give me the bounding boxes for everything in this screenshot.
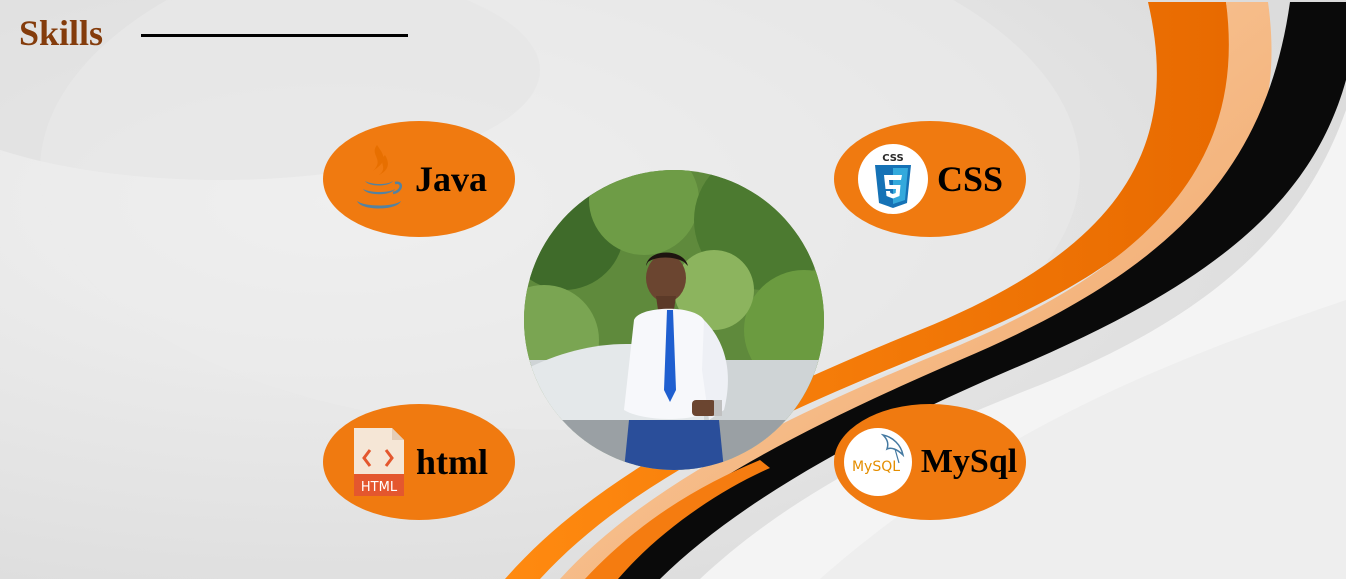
html-file-icon: HTML bbox=[354, 428, 404, 496]
profile-photo bbox=[524, 170, 824, 470]
skill-label-java: Java bbox=[415, 159, 487, 199]
css3-icon: CSS bbox=[857, 144, 928, 214]
java-icon bbox=[357, 145, 402, 209]
skill-label-html: html bbox=[416, 442, 488, 482]
skill-pill-html: HTML html bbox=[323, 404, 515, 520]
skill-label-css: CSS bbox=[936, 159, 1004, 199]
mysql-logo-icon: MySQL bbox=[843, 428, 912, 496]
skill-pill-mysql: MySQL MySql bbox=[834, 404, 1026, 520]
title-underline bbox=[141, 34, 408, 37]
skill-pill-java: Java bbox=[323, 121, 515, 237]
css-badge-text: CSS bbox=[882, 153, 903, 164]
skill-pill-css: CSS CSS bbox=[834, 121, 1026, 237]
slide-title: Skills bbox=[19, 13, 104, 53]
mysql-icon-text: MySQL bbox=[852, 459, 900, 475]
skill-label-mysql: MySql bbox=[920, 443, 1018, 480]
html-icon-text: HTML bbox=[361, 480, 398, 495]
